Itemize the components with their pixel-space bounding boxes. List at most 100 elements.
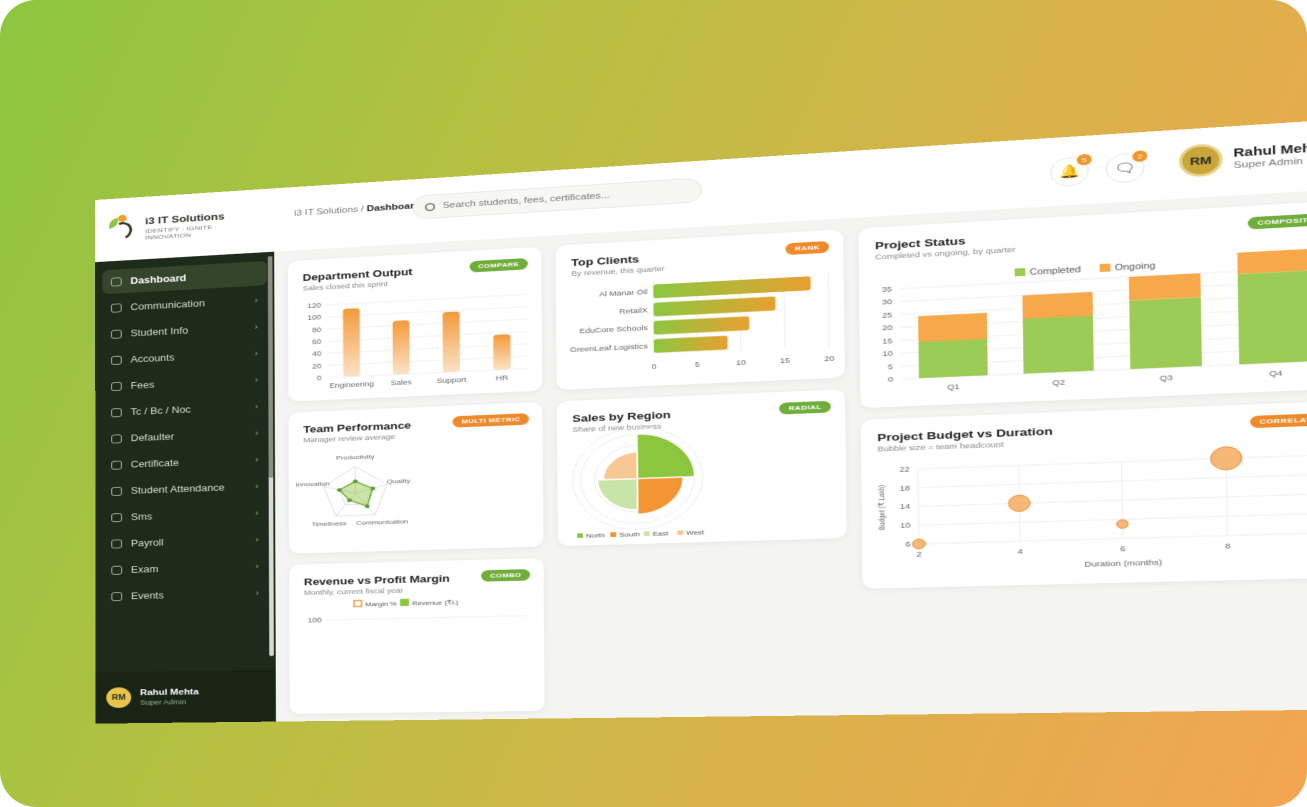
bar (653, 316, 750, 335)
sidebar-item-label: Exam (130, 563, 159, 575)
brand: i3 IT Solutions IDENTIFY · IGNITE · INNO… (95, 188, 274, 262)
revenue-profit-card: Revenue vs Profit Margin Monthly, curren… (289, 558, 545, 714)
y-tick-label: 14 (900, 502, 910, 511)
bar (493, 334, 511, 371)
gridline (919, 533, 1307, 544)
gridline (918, 469, 919, 544)
team-performance-card: Team Performance Manager review average … (288, 401, 544, 554)
x-tick-label: Engineering (329, 379, 374, 389)
chevron-right-icon: › (255, 508, 259, 518)
scatter-point (912, 539, 925, 549)
gridline (918, 455, 1307, 469)
messages-button[interactable]: 🗨 2 (1105, 150, 1148, 184)
gridline (918, 494, 1307, 507)
department-output-chart: 0 20 40 60 80 100 120 Engineering Sales Support HR (307, 247, 542, 390)
sidebar-item-defaulter[interactable]: Defaulter › (102, 420, 267, 451)
y-tick-label: 0 (317, 374, 322, 383)
bell-icon: 🔔 (1058, 164, 1081, 180)
sidebar-item-tc-bc-noc[interactable]: Tc / Bc / Noc › (102, 394, 267, 425)
gridline (326, 616, 529, 620)
sales-by-region-card: Sales by Region Share of new business RA… (556, 389, 847, 547)
avatar: RM (1178, 142, 1223, 178)
bar (653, 276, 811, 299)
x-tick-label: Q2 (1052, 378, 1065, 388)
pie-slice (637, 432, 695, 479)
y-tick-label: 5 (888, 362, 893, 371)
fees-icon (111, 381, 122, 391)
bar (1237, 270, 1307, 365)
accounts-icon (111, 355, 122, 365)
bar (1128, 273, 1201, 301)
chevron-right-icon: › (255, 561, 259, 571)
sidebar-item-student-attendance[interactable]: Student Attendance › (102, 474, 267, 504)
sales-by-region-chart: North South East West (557, 389, 847, 540)
radar-axis-label: Communication (356, 519, 408, 527)
x-tick-label: 15 (780, 356, 790, 365)
sidebar-item-label: Dashboard (130, 272, 187, 286)
legend-label: Completed (1029, 265, 1080, 277)
y-tick-label: 10 (882, 349, 892, 358)
top-clients-card: Top Clients By revenue, this quarter RAN… (555, 229, 845, 390)
radar-axis-label: Innovation (296, 481, 331, 489)
x-tick-label: 4 (1017, 547, 1022, 556)
sidebar-nav: Dashboard Communication › Student Info › Acco… (95, 251, 276, 673)
gridline (327, 294, 527, 305)
legend-swatch (677, 530, 684, 536)
legend-swatch (610, 532, 617, 538)
search-box[interactable] (412, 177, 702, 220)
sidebar-item-certificate[interactable]: Certificate › (102, 447, 267, 477)
bar (1129, 297, 1202, 370)
sidebar-item-sms[interactable]: Sms › (102, 500, 267, 530)
breadcrumb-parent[interactable]: i3 IT Solutions (294, 205, 358, 218)
legend-label: Ongoing (1115, 261, 1156, 272)
y-tick-label: 80 (312, 325, 321, 334)
x-tick-label: 8 (1225, 541, 1231, 550)
chevron-right-icon: › (254, 348, 259, 358)
certificate-icon (111, 460, 122, 470)
sidebar-item-payroll[interactable]: Payroll › (103, 527, 268, 556)
chevron-right-icon: › (255, 455, 259, 465)
chevron-right-icon: › (255, 588, 260, 598)
y-tick-label: 25 (882, 310, 892, 319)
user-icon (111, 329, 122, 339)
sidebar-item-exam[interactable]: Exam › (103, 554, 269, 583)
bar (1022, 291, 1093, 319)
breadcrumb-separator: / (358, 204, 367, 215)
gridline (919, 513, 1307, 525)
sidebar-user[interactable]: RM Rahul Mehta Super Admin (95, 669, 276, 724)
bar (653, 335, 728, 353)
radar-axis-label: Productivity (336, 454, 375, 462)
user-profile[interactable]: RM Rahul Mehta Super Admin (1178, 136, 1307, 178)
y-tick-label: 6 (905, 540, 910, 549)
project-status-chart: Completed Ongoing 0 5 10 15 20 25 30 35 Q1 Q2 Q3 Q4 (882, 248, 1307, 392)
sidebar-scroll-thumb[interactable] (267, 256, 274, 478)
notifications-button[interactable]: 🔔 5 (1050, 153, 1092, 188)
y-tick-label: 60 (312, 337, 321, 346)
y-tick-label: Al Manar Oil (599, 287, 648, 298)
sidebar-item-label: Certificate (130, 457, 179, 470)
breadcrumb: i3 IT Solutions / Dashboard (294, 201, 420, 218)
sidebar-item-label: Communication (130, 297, 205, 313)
bar (342, 308, 361, 377)
x-tick-label: Sales (391, 378, 413, 387)
y-tick-label: 100 (307, 313, 321, 322)
alert-icon (111, 433, 122, 444)
bar (918, 312, 988, 343)
scatter-point (1117, 520, 1129, 529)
payroll-icon (111, 539, 123, 549)
y-tick-label: 0 (888, 375, 893, 384)
chevron-right-icon: › (254, 375, 259, 385)
sidebar: i3 IT Solutions IDENTIFY · IGNITE · INNO… (95, 188, 276, 724)
department-output-card: Department Output Sales closed this spri… (287, 246, 543, 402)
sidebar-item-label: Payroll (130, 537, 164, 549)
y-tick-label: RetailX (619, 305, 648, 315)
sidebar-item-label: Events (130, 589, 164, 602)
y-tick-label: 20 (882, 323, 892, 332)
sidebar-item-events[interactable]: Events › (103, 580, 269, 608)
y-tick-label: 40 (312, 349, 321, 358)
y-tick-label: 18 (900, 483, 910, 492)
search-input[interactable] (442, 186, 685, 211)
project-status-card: Project Status Completed vs ongoing, by … (858, 200, 1307, 409)
chevron-right-icon: › (254, 322, 259, 332)
legend-swatch (354, 600, 361, 606)
